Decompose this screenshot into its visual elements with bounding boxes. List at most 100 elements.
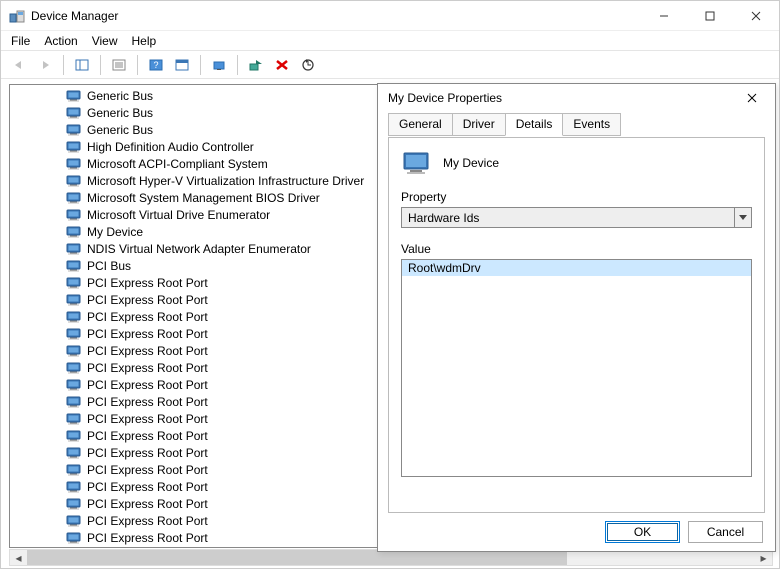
menu-help[interactable]: Help: [132, 34, 157, 48]
device-icon: [401, 150, 433, 176]
device-item-icon: [66, 446, 82, 459]
device-item-icon: [66, 344, 82, 357]
device-item-icon: [66, 497, 82, 510]
toolbar-separator: [137, 55, 138, 75]
tree-item-label: PCI Express Root Port: [87, 276, 208, 290]
tree-item-label: Microsoft System Management BIOS Driver: [87, 191, 320, 205]
value-list-item[interactable]: Root\wdmDrv: [402, 260, 751, 276]
scroll-thumb[interactable]: [27, 550, 567, 565]
device-item-icon: [66, 327, 82, 340]
dialog-close-button[interactable]: [737, 86, 767, 110]
tree-item-label: PCI Express Root Port: [87, 293, 208, 307]
close-button[interactable]: [733, 1, 779, 31]
device-item-icon: [66, 123, 82, 136]
tab-driver[interactable]: Driver: [452, 113, 506, 136]
tree-item-label: My Device: [87, 225, 143, 239]
menu-file[interactable]: File: [11, 34, 30, 48]
device-item-icon: [66, 89, 82, 102]
tree-item-label: PCI Express Root Port: [87, 480, 208, 494]
tree-item-label: Generic Bus: [87, 106, 153, 120]
menu-bar: File Action View Help: [1, 31, 779, 51]
tree-item-label: PCI Express Root Port: [87, 395, 208, 409]
value-listbox[interactable]: Root\wdmDrv: [401, 259, 752, 477]
tab-general[interactable]: General: [388, 113, 453, 136]
tree-item-label: PCI Express Root Port: [87, 446, 208, 460]
menu-view[interactable]: View: [92, 34, 118, 48]
tree-item-label: PCI Express Root Port: [87, 463, 208, 477]
tree-item-label: PCI Express Root Port: [87, 310, 208, 324]
dialog-title: My Device Properties: [388, 91, 502, 105]
maximize-button[interactable]: [687, 1, 733, 31]
scan-hardware-button[interactable]: [296, 54, 320, 76]
device-item-icon: [66, 242, 82, 255]
device-item-icon: [66, 310, 82, 323]
scroll-left-arrow[interactable]: ◂: [10, 550, 27, 565]
device-item-icon: [66, 429, 82, 442]
property-dropdown[interactable]: Hardware Ids: [401, 207, 752, 228]
menu-action[interactable]: Action: [44, 34, 77, 48]
tree-item-label: High Definition Audio Controller: [87, 140, 254, 154]
device-item-icon: [66, 531, 82, 544]
dialog-button-row: OK Cancel: [388, 513, 765, 543]
device-item-icon: [66, 225, 82, 238]
device-item-icon: [66, 514, 82, 527]
tree-item-label: PCI Express Root Port: [87, 378, 208, 392]
update-driver-button[interactable]: [207, 54, 231, 76]
device-item-icon: [66, 378, 82, 391]
tree-item-label: Microsoft Virtual Drive Enumerator: [87, 208, 270, 222]
properties-dialog: My Device Properties General Driver Deta…: [377, 83, 776, 552]
tree-item-label: PCI Express Root Port: [87, 344, 208, 358]
tree-item-label: Microsoft Hyper-V Virtualization Infrast…: [87, 174, 364, 188]
ok-button[interactable]: OK: [605, 521, 680, 543]
device-item-icon: [66, 293, 82, 306]
device-name-label: My Device: [443, 156, 499, 170]
tree-item-label: Microsoft ACPI-Compliant System: [87, 157, 268, 171]
scroll-right-arrow[interactable]: ▸: [755, 550, 772, 565]
tab-details[interactable]: Details: [505, 113, 564, 136]
action-button[interactable]: [170, 54, 194, 76]
device-item-icon: [66, 412, 82, 425]
device-item-icon: [66, 259, 82, 272]
property-dropdown-value: Hardware Ids: [408, 211, 479, 225]
cancel-button[interactable]: Cancel: [688, 521, 763, 543]
properties-button[interactable]: [107, 54, 131, 76]
device-item-icon: [66, 480, 82, 493]
app-icon: [9, 8, 25, 24]
toolbar-separator: [237, 55, 238, 75]
device-item-icon: [66, 395, 82, 408]
device-item-icon: [66, 191, 82, 204]
show-hide-tree-button[interactable]: [70, 54, 94, 76]
value-label: Value: [401, 242, 752, 256]
device-item-icon: [66, 276, 82, 289]
device-item-icon: [66, 140, 82, 153]
dialog-body: General Driver Details Events My Device …: [378, 112, 775, 551]
tab-panel-details: My Device Property Hardware Ids Value Ro…: [388, 137, 765, 513]
tree-item-label: PCI Bus: [87, 259, 131, 273]
back-button[interactable]: [7, 54, 31, 76]
uninstall-device-button[interactable]: [270, 54, 294, 76]
dropdown-arrow-icon: [734, 208, 751, 227]
toolbar: ?: [1, 51, 779, 79]
forward-button[interactable]: [33, 54, 57, 76]
minimize-button[interactable]: [641, 1, 687, 31]
device-item-icon: [66, 157, 82, 170]
dialog-titlebar[interactable]: My Device Properties: [378, 84, 775, 112]
toolbar-separator: [200, 55, 201, 75]
device-item-icon: [66, 174, 82, 187]
tab-events[interactable]: Events: [562, 113, 621, 136]
device-item-icon: [66, 463, 82, 476]
tree-item-label: PCI Express Root Port: [87, 429, 208, 443]
tree-item-label: PCI Express Root Port: [87, 327, 208, 341]
window-title: Device Manager: [31, 9, 118, 23]
tree-item-label: PCI Express Root Port: [87, 514, 208, 528]
enable-device-button[interactable]: [244, 54, 268, 76]
tab-strip: General Driver Details Events: [388, 112, 765, 137]
device-item-icon: [66, 106, 82, 119]
tree-item-label: NDIS Virtual Network Adapter Enumerator: [87, 242, 311, 256]
toolbar-separator: [63, 55, 64, 75]
help-button[interactable]: ?: [144, 54, 168, 76]
tree-item-label: PCI Express Root Port: [87, 497, 208, 511]
device-item-icon: [66, 208, 82, 221]
tree-item-label: Generic Bus: [87, 89, 153, 103]
device-item-icon: [66, 361, 82, 374]
